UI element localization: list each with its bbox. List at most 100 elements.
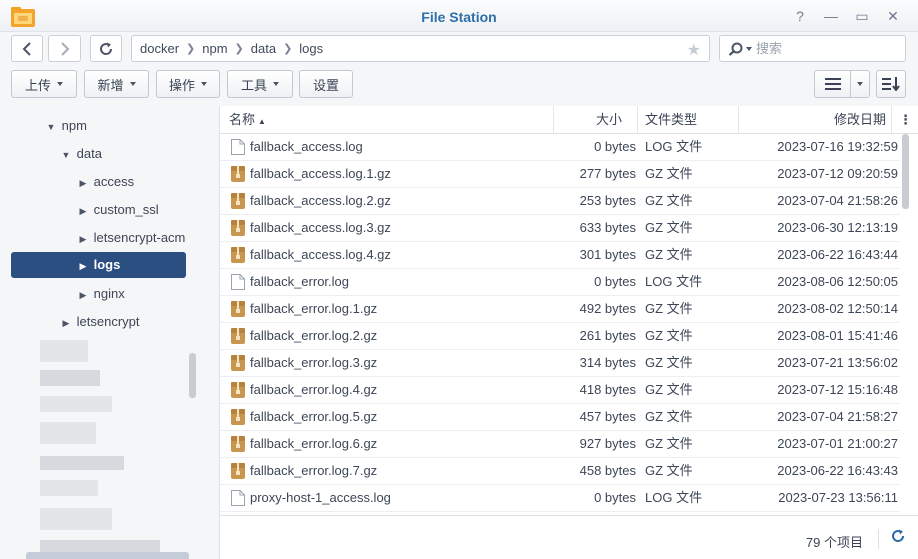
table-row[interactable]: fallback_error.log.3.gz 314 bytes GZ 文件 202…	[220, 350, 900, 377]
tree-item-custom-ssl[interactable]: ▶ custom_ssl	[76, 197, 186, 223]
column-name[interactable]: 名称 ▲	[229, 106, 266, 134]
sidebar-hscrollbar[interactable]	[26, 552, 189, 559]
archive-file-icon	[231, 382, 245, 398]
status-footer: 79 个项目	[220, 515, 918, 559]
column-type[interactable]: 文件类型	[645, 106, 697, 134]
tree-item-letsencrypt-acme[interactable]: ▶ letsencrypt-acme-challenge	[76, 225, 186, 251]
table-row[interactable]: fallback_access.log 0 bytes LOG 文件 2023-07-…	[220, 134, 900, 161]
column-modified[interactable]: 修改日期	[834, 106, 886, 134]
archive-file-icon	[231, 166, 245, 182]
obscured-item	[40, 370, 100, 386]
file-type: LOG 文件	[645, 139, 703, 154]
table-row[interactable]: fallback_error.log.2.gz 261 bytes GZ 文件 202…	[220, 323, 900, 350]
obscured-item	[40, 480, 98, 496]
table-row[interactable]: fallback_error.log 0 bytes LOG 文件 2023-08-0…	[220, 269, 900, 296]
file-size: 492 bytes	[579, 301, 636, 316]
expand-arrow-icon[interactable]: ▼	[59, 142, 73, 167]
horizontal-scrollbar[interactable]	[220, 516, 918, 522]
tree-item-logs[interactable]: ▶ logs	[11, 252, 186, 278]
tree-item-access[interactable]: ▶ access	[76, 169, 186, 195]
search-input[interactable]	[756, 41, 876, 56]
column-divider[interactable]	[738, 106, 739, 134]
table-row[interactable]: fallback_access.log.3.gz 633 bytes GZ 文件 20…	[220, 215, 900, 242]
help-icon[interactable]: ?	[790, 6, 810, 26]
back-button[interactable]	[11, 35, 43, 62]
breadcrumb-logs[interactable]: logs	[299, 41, 323, 56]
breadcrumb-docker[interactable]: docker	[140, 41, 179, 56]
refresh-button[interactable]	[90, 35, 122, 62]
tools-button[interactable]: 工具	[227, 70, 293, 98]
file-size: 418 bytes	[579, 382, 636, 397]
tree-item-label: data	[76, 146, 102, 161]
view-mode-dropdown[interactable]	[850, 70, 870, 98]
expand-arrow-icon[interactable]: ▶	[76, 170, 90, 195]
refresh-icon[interactable]	[891, 529, 905, 543]
table-row[interactable]: fallback_access.log.4.gz 301 bytes GZ 文件 20…	[220, 242, 900, 269]
column-menu-icon[interactable]: ⋮	[899, 106, 912, 134]
file-modified-date: 2023-07-01 21:00:27	[777, 436, 898, 451]
tree-item-data[interactable]: ▼ data	[59, 141, 194, 167]
column-divider[interactable]	[637, 106, 638, 134]
tree-item-npm[interactable]: ▼ npm	[44, 113, 194, 139]
vertical-scrollbar[interactable]	[902, 134, 909, 209]
file-name: fallback_access.log.2.gz	[250, 193, 391, 208]
upload-button[interactable]: 上传	[11, 70, 77, 98]
column-divider[interactable]	[891, 106, 892, 134]
table-row[interactable]: fallback_error.log.6.gz 927 bytes GZ 文件 202…	[220, 431, 900, 458]
expand-arrow-icon[interactable]: ▶	[76, 282, 90, 307]
column-size[interactable]: 大小	[596, 106, 622, 134]
obscured-item	[40, 456, 124, 470]
tree-item-letsencrypt[interactable]: ▶ letsencrypt	[59, 309, 194, 335]
breadcrumb-data[interactable]: data	[251, 41, 276, 56]
file-type: LOG 文件	[645, 490, 703, 505]
minimize-icon[interactable]: —	[821, 6, 841, 26]
table-row[interactable]: fallback_access.log.1.gz 277 bytes GZ 文件 20…	[220, 161, 900, 188]
file-size: 633 bytes	[579, 220, 636, 235]
forward-button[interactable]	[48, 35, 81, 62]
maximize-icon[interactable]: ▭	[852, 6, 872, 26]
tools-label: 工具	[240, 77, 267, 93]
favorite-star-icon[interactable]: ★	[687, 40, 701, 60]
document-file-icon	[231, 274, 245, 290]
chevron-right-icon	[60, 41, 69, 56]
column-divider[interactable]	[553, 106, 554, 134]
view-mode-button[interactable]	[814, 70, 851, 98]
file-type: GZ 文件	[645, 355, 693, 370]
file-size: 277 bytes	[579, 166, 636, 181]
table-row[interactable]: fallback_access.log.2.gz 253 bytes GZ 文件 20…	[220, 188, 900, 215]
tree-item-label: logs	[93, 257, 121, 272]
refresh-icon	[100, 42, 113, 55]
table-row[interactable]: fallback_error.log.7.gz 458 bytes GZ 文件 202…	[220, 458, 900, 485]
file-size: 927 bytes	[579, 436, 636, 451]
search-dropdown-icon[interactable]	[746, 46, 752, 51]
table-row[interactable]: proxy-host-1_access.log 0 bytes LOG 文件 2023…	[220, 485, 900, 512]
table-row[interactable]: fallback_error.log.4.gz 418 bytes GZ 文件 202…	[220, 377, 900, 404]
file-modified-date: 2023-07-16 19:32:59	[777, 139, 898, 154]
column-header: 名称 ▲ 大小 文件类型 修改日期 ⋮	[220, 106, 918, 134]
create-button[interactable]: 新增	[84, 70, 149, 98]
expand-arrow-icon[interactable]: ▼	[44, 114, 58, 139]
expand-arrow-icon[interactable]: ▶	[76, 198, 90, 223]
breadcrumb[interactable]: docker ❯ npm ❯ data ❯ logs ★	[131, 35, 710, 62]
sort-button[interactable]	[876, 70, 906, 98]
breadcrumb-npm[interactable]: npm	[202, 41, 227, 56]
tree-item-nginx[interactable]: ▶ nginx	[76, 281, 186, 307]
breadcrumb-separator-icon: ❯	[283, 43, 293, 55]
search-box[interactable]	[719, 35, 906, 62]
action-label: 操作	[168, 77, 195, 93]
sidebar-scrollbar[interactable]	[189, 353, 196, 398]
settings-button[interactable]: 设置	[299, 70, 353, 98]
expand-arrow-icon[interactable]: ▶	[59, 310, 73, 335]
expand-arrow-icon[interactable]: ▶	[76, 253, 90, 278]
close-icon[interactable]: ✕	[883, 6, 903, 26]
action-button[interactable]: 操作	[156, 70, 220, 98]
tree-item-label: npm	[61, 118, 87, 133]
file-type: GZ 文件	[645, 328, 693, 343]
table-row[interactable]: fallback_error.log.1.gz 492 bytes GZ 文件 202…	[220, 296, 900, 323]
file-size: 253 bytes	[579, 193, 636, 208]
expand-arrow-icon[interactable]: ▶	[76, 226, 90, 251]
table-row[interactable]: fallback_error.log.5.gz 457 bytes GZ 文件 202…	[220, 404, 900, 431]
chevron-down-icon	[57, 82, 63, 86]
archive-file-icon	[231, 436, 245, 452]
file-size: 458 bytes	[579, 463, 636, 478]
